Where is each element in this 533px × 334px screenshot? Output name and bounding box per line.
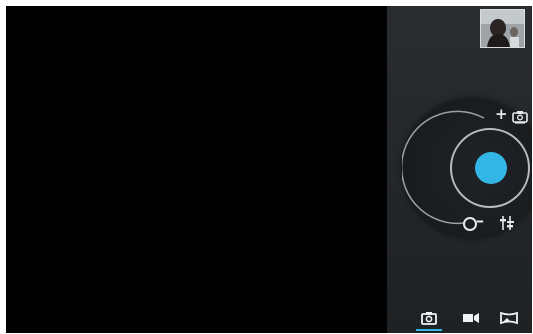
panorama-icon — [500, 311, 518, 325]
switch-camera-icon[interactable] — [512, 110, 528, 124]
mode-panorama[interactable] — [493, 306, 523, 333]
camera-screen: + – — [6, 6, 532, 333]
mode-video[interactable] — [455, 306, 485, 333]
viewfinder[interactable] — [6, 6, 387, 333]
camera-mode-bar — [387, 306, 532, 333]
zoom-in-icon[interactable]: + — [495, 107, 508, 122]
settings-sliders-icon[interactable] — [499, 215, 515, 231]
mode-selected-indicator — [416, 329, 442, 331]
mode-photo[interactable] — [414, 306, 444, 333]
camera-icon — [421, 312, 437, 325]
zoom-slider-knob[interactable] — [463, 217, 477, 231]
zoom-out-icon[interactable]: – — [476, 213, 484, 229]
last-photo-thumbnail[interactable] — [480, 9, 525, 48]
camera-control-panel: + – — [387, 6, 532, 333]
shutter-button[interactable] — [475, 152, 507, 184]
gallery-thumbnail-icon — [481, 10, 524, 47]
shutter-dial: + – — [402, 98, 532, 238]
video-camera-icon — [463, 313, 479, 323]
